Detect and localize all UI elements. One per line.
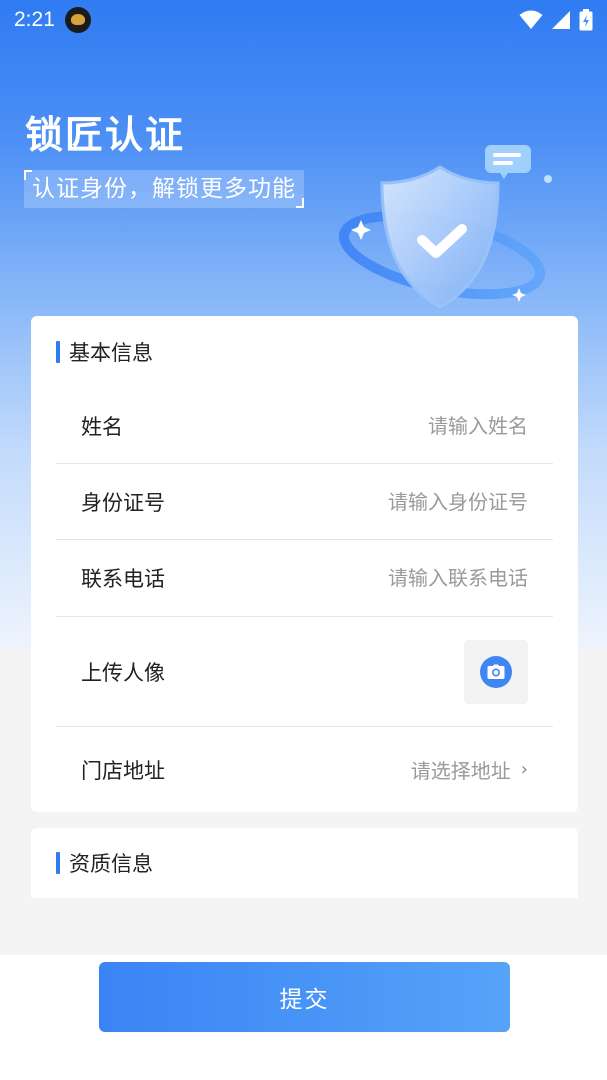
section-title-basic: 基本信息: [69, 341, 153, 365]
section-header-basic: 基本信息: [31, 316, 578, 388]
submit-button[interactable]: 提交: [99, 962, 510, 1032]
section-title-qualification: 资质信息: [69, 852, 153, 876]
address-placeholder: 请选择地址: [410, 759, 511, 783]
portrait-row: 上传人像: [56, 617, 553, 727]
page-subtitle: 认证身份，解锁更多功能: [24, 170, 304, 208]
phone-row: 联系电话: [56, 540, 553, 617]
camera-icon: [480, 655, 512, 688]
address-label: 门店地址: [81, 758, 165, 783]
lion-app-icon: [64, 7, 91, 33]
phone-label: 联系电话: [81, 567, 165, 591]
section-header-qualification: 资质信息: [31, 828, 578, 898]
name-input[interactable]: [268, 413, 528, 438]
address-row[interactable]: 门店地址 请选择地址 ›: [56, 727, 553, 812]
portrait-upload-button[interactable]: [464, 639, 528, 704]
battery-charging-icon: [579, 9, 593, 31]
cellular-signal-icon: [552, 11, 570, 29]
shield-check-icon: [338, 145, 552, 309]
name-label: 姓名: [81, 414, 123, 439]
section-accent-bar: [56, 852, 60, 874]
id-number-row: 身份证号: [56, 464, 553, 540]
basic-info-card: 基本信息 姓名 身份证号 联系电话 上传人像 门店地址 请选择地址 ›: [31, 316, 578, 812]
page-title: 锁匠认证: [25, 113, 186, 157]
wifi-icon: [519, 10, 543, 29]
chevron-right-icon: ›: [520, 759, 528, 780]
portrait-label: 上传人像: [81, 660, 165, 685]
id-number-input[interactable]: [268, 489, 528, 514]
id-number-label: 身份证号: [81, 490, 165, 515]
section-accent-bar: [56, 341, 60, 363]
phone-input[interactable]: [268, 566, 528, 590]
status-time: 2:21: [14, 8, 55, 31]
name-row: 姓名: [56, 388, 553, 464]
status-bar: 2:21: [0, 0, 607, 40]
qualification-card: 资质信息: [31, 828, 578, 898]
